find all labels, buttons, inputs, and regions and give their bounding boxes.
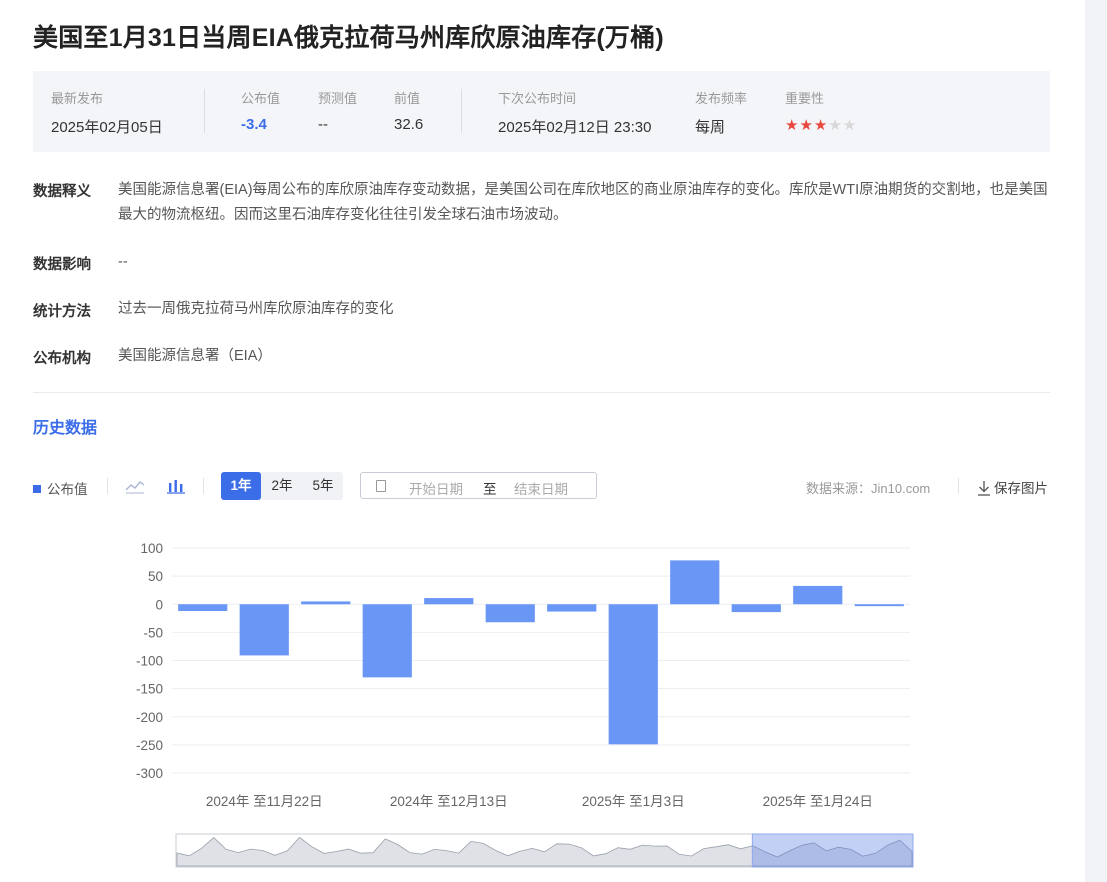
x-tick-label: 2025年 至1月3日 bbox=[582, 794, 685, 809]
bar bbox=[239, 604, 289, 656]
y-tick-label: -300 bbox=[136, 766, 163, 781]
bar bbox=[793, 585, 843, 605]
x-tick-label: 2025年 至1月24日 bbox=[763, 794, 873, 809]
y-tick-label: -50 bbox=[143, 625, 163, 640]
y-tick-label: 0 bbox=[155, 597, 163, 612]
bar bbox=[670, 560, 720, 605]
bar bbox=[301, 601, 351, 605]
bar bbox=[608, 604, 658, 745]
bar bbox=[362, 604, 412, 678]
y-tick-label: 50 bbox=[148, 569, 163, 584]
bar bbox=[547, 604, 597, 612]
bar bbox=[424, 598, 474, 605]
bar bbox=[731, 604, 781, 613]
bar bbox=[854, 604, 904, 607]
y-tick-label: 100 bbox=[140, 541, 163, 556]
bar bbox=[485, 604, 535, 623]
y-tick-label: -150 bbox=[136, 682, 163, 697]
y-tick-label: -100 bbox=[136, 654, 163, 669]
y-tick-label: -200 bbox=[136, 710, 163, 725]
x-tick-label: 2024年 至11月22日 bbox=[206, 794, 323, 809]
y-tick-label: -250 bbox=[136, 738, 163, 753]
bar-chart: 100 50 0 -50 -100 -150 -200 -250 -300 2024年 至11月2… bbox=[136, 541, 914, 868]
x-tick-label: 2024年 至12月13日 bbox=[390, 794, 508, 809]
bar bbox=[178, 604, 228, 611]
navigator-selection[interactable] bbox=[751, 833, 914, 868]
